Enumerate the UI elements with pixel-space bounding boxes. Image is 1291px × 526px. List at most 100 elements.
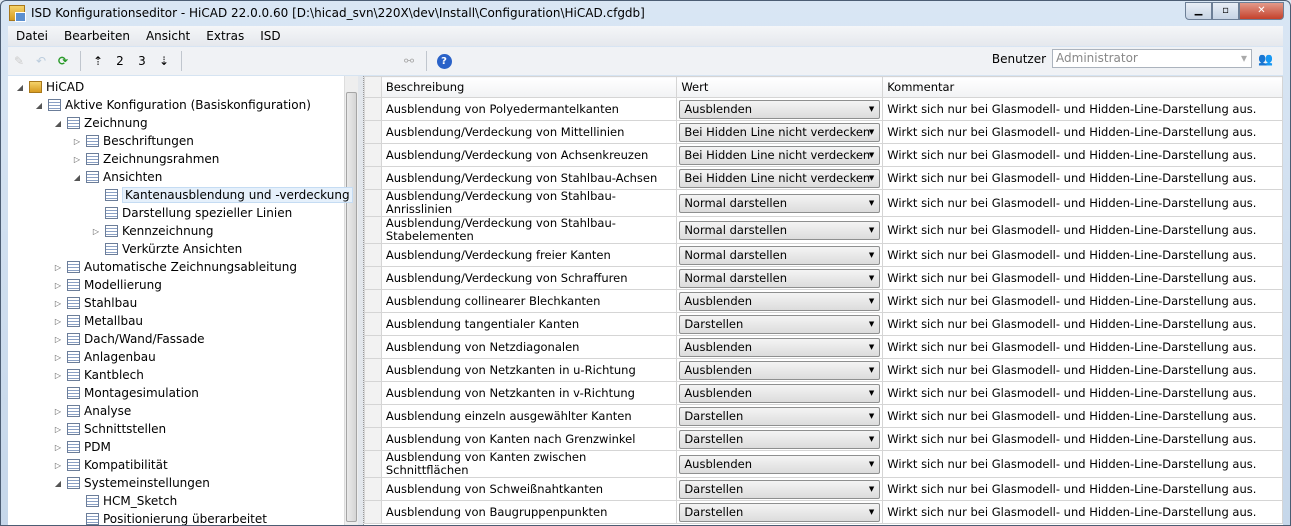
row-header[interactable] (364, 312, 382, 336)
value-dropdown[interactable]: Ausblenden (679, 454, 881, 474)
refresh-icon[interactable]: ⟳ (52, 50, 74, 72)
menu-datei[interactable]: Datei (8, 29, 56, 43)
tree-item[interactable]: Verkürzte Ansichten (90, 240, 242, 258)
table-row[interactable]: Ausblendung/Verdeckung freier Kanten Nor… (364, 243, 1283, 267)
value-dropdown[interactable]: Bei Hidden Line nicht verdecken (679, 145, 881, 165)
level-3-icon[interactable]: 3 (131, 50, 153, 72)
expand-icon[interactable]: ▷ (52, 335, 64, 344)
tree-item[interactable]: ▷ Analyse (52, 402, 131, 420)
row-header[interactable] (364, 404, 382, 428)
expand-icon[interactable]: ▷ (52, 371, 64, 380)
tree-item[interactable]: ▷ Stahlbau (52, 294, 137, 312)
tree-item[interactable]: ▷ Zeichnungsrahmen (71, 150, 219, 168)
undo-icon[interactable]: ↶ (30, 50, 52, 72)
collapse-icon[interactable]: ◢ (33, 101, 45, 110)
search-binoculars-icon[interactable]: ⚯ (398, 50, 420, 72)
table-row[interactable]: Ausblendung von Kanten nach Grenzwinkel … (364, 427, 1283, 451)
expand-icon[interactable]: ▷ (71, 155, 83, 164)
tree-item[interactable]: ▷ Kennzeichnung (90, 222, 214, 240)
menu-extras[interactable]: Extras (198, 29, 252, 43)
row-header[interactable] (364, 381, 382, 405)
table-row[interactable]: Ausblendung von Schweißnahtkanten Darste… (364, 477, 1283, 501)
table-row[interactable]: Ausblendung einzeln ausgewählter Kanten … (364, 404, 1283, 428)
tree-item[interactable]: ▷ Automatische Zeichnungsableitung (52, 258, 297, 276)
table-row[interactable]: Ausblendung/Verdeckung von Stahlbau-Stab… (364, 216, 1283, 244)
row-header[interactable] (364, 335, 382, 359)
row-header[interactable] (364, 427, 382, 451)
value-dropdown[interactable]: Normal darstellen (679, 245, 881, 265)
expand-icon[interactable]: ▷ (52, 281, 64, 290)
tree-item[interactable]: Darstellung spezieller Linien (90, 204, 292, 222)
column-kommentar[interactable]: Kommentar (882, 76, 1283, 98)
menu-ansicht[interactable]: Ansicht (138, 29, 198, 43)
row-header[interactable] (364, 120, 382, 144)
menu-bearbeiten[interactable]: Bearbeiten (56, 29, 138, 43)
value-dropdown[interactable]: Darstellen (679, 479, 881, 499)
table-row[interactable]: Ausblendung/Verdeckung von Mittellinien … (364, 120, 1283, 144)
help-icon[interactable]: ? (433, 50, 455, 72)
value-dropdown[interactable]: Darstellen (679, 502, 881, 522)
value-dropdown[interactable]: Ausblenden (679, 291, 881, 311)
table-row[interactable]: Ausblendung von Kanten zwischen Schnittf… (364, 450, 1283, 478)
value-dropdown[interactable]: Ausblenden (679, 337, 881, 357)
scroll-thumb[interactable] (346, 92, 357, 522)
table-row[interactable]: Ausblendung/Verdeckung von Schraffuren N… (364, 266, 1283, 290)
value-dropdown[interactable]: Ausblenden (679, 360, 881, 380)
expand-icon[interactable]: ▷ (52, 263, 64, 272)
expand-icon[interactable]: ▷ (52, 443, 64, 452)
row-header[interactable] (364, 143, 382, 167)
value-dropdown[interactable]: Bei Hidden Line nicht verdecken (679, 168, 881, 188)
tree-item[interactable]: ▷ Modellierung (52, 276, 162, 294)
close-button[interactable]: ✕ (1239, 2, 1284, 20)
row-header[interactable] (364, 189, 382, 217)
table-row[interactable]: Ausblendung von Netzdiagonalen Ausblende… (364, 335, 1283, 359)
tree-item[interactable]: ◢ Systemeinstellungen (52, 474, 210, 492)
column-beschreibung[interactable]: Beschreibung (380, 76, 678, 98)
row-header[interactable] (364, 358, 382, 382)
tree-item[interactable]: ▷ Kompatibilität (52, 456, 168, 474)
row-header[interactable] (364, 500, 382, 524)
tree-item[interactable]: ▷ Beschriftungen (71, 132, 194, 150)
row-header[interactable] (364, 166, 382, 190)
tree-item[interactable]: ▷ Schnittstellen (52, 420, 166, 438)
table-row[interactable]: Ausblendung/Verdeckung von Stahlbau-Achs… (364, 166, 1283, 190)
edit-icon[interactable]: ✎ (8, 50, 30, 72)
row-header[interactable] (364, 216, 382, 244)
expand-icon[interactable]: ▷ (71, 137, 83, 146)
maximize-button[interactable]: ▫ (1212, 2, 1239, 20)
tree-item[interactable]: ◢ Zeichnung (52, 114, 148, 132)
tree-item[interactable]: ◢ Aktive Konfiguration (Basiskonfiguratio… (33, 96, 311, 114)
users-icon[interactable]: 👥 (1258, 52, 1273, 66)
row-header[interactable] (364, 243, 382, 267)
table-row[interactable]: Ausblendung von Baugruppenpunkten Darste… (364, 500, 1283, 524)
tree-item[interactable]: ▷ Kantblech (52, 366, 144, 384)
table-row[interactable]: Ausblendung von Netzkanten in u-Richtung… (364, 358, 1283, 382)
row-header[interactable] (364, 289, 382, 313)
row-header[interactable] (364, 266, 382, 290)
value-dropdown[interactable]: Normal darstellen (679, 193, 881, 213)
table-row[interactable]: Ausblendung/Verdeckung von Achsenkreuzen… (364, 143, 1283, 167)
expand-icon[interactable]: ▷ (52, 461, 64, 470)
expand-icon[interactable]: ▷ (52, 299, 64, 308)
row-header[interactable] (364, 97, 382, 121)
tree-item[interactable]: ▷ Dach/Wand/Fassade (52, 330, 205, 348)
expand-icon[interactable]: ▷ (52, 317, 64, 326)
collapse-icon[interactable]: ◢ (14, 83, 26, 92)
row-header[interactable] (364, 477, 382, 501)
value-dropdown[interactable]: Darstellen (679, 314, 881, 334)
table-row[interactable]: Ausblendung collinearer Blechkanten Ausb… (364, 289, 1283, 313)
tree-item[interactable]: Montagesimulation (52, 384, 199, 402)
expand-icon[interactable]: ▷ (90, 227, 102, 236)
expand-icon[interactable]: ▷ (52, 425, 64, 434)
value-dropdown[interactable]: Normal darstellen (679, 268, 881, 288)
value-dropdown[interactable]: Ausblenden (679, 383, 881, 403)
tree-item[interactable]: ▷ PDM (52, 438, 111, 456)
table-row[interactable]: Ausblendung von Polyedermantelkanten Aus… (364, 97, 1283, 121)
user-select[interactable]: Administrator (1052, 49, 1253, 68)
expand-icon[interactable]: ▷ (52, 407, 64, 416)
table-row[interactable]: Ausblendung tangentialer Kanten Darstell… (364, 312, 1283, 336)
collapse-icon[interactable]: ◢ (71, 173, 83, 182)
expand-icon[interactable]: ▷ (52, 353, 64, 362)
collapse-icon[interactable]: ◢ (52, 479, 64, 488)
tree-item[interactable]: ▷ Anlagenbau (52, 348, 156, 366)
